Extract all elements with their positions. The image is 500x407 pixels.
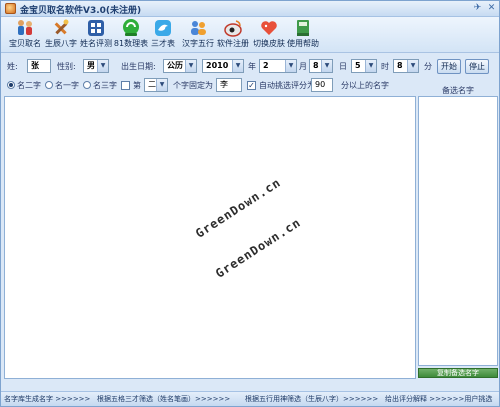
radio-three-label: 名三字 xyxy=(93,81,117,90)
book-icon xyxy=(297,20,309,36)
chevron-down-icon[interactable]: ▼ xyxy=(285,60,296,72)
toolbar-help-button[interactable]: 使用帮助 xyxy=(285,17,321,53)
day-value: 8 xyxy=(313,61,319,70)
fixed-position-select[interactable]: 二 ▼ xyxy=(144,78,168,92)
toolbar-label: 三才表 xyxy=(151,39,175,48)
pin-icon[interactable]: ✈ xyxy=(471,2,484,14)
fixed-text-label: 个字固定为 xyxy=(173,81,213,90)
fixed-position-value: 二 xyxy=(148,80,156,89)
minute-value: 8 xyxy=(397,61,403,70)
input-row: 姓: 张 性别: 男 ▼ 出生日期: 公历 ▼ 2010 ▼ 年 2 ▼ 月 8… xyxy=(1,56,499,78)
toolbar-label: 宝贝取名 xyxy=(9,39,41,48)
toolbar-label: 使用帮助 xyxy=(287,39,319,48)
status-step-4: 给出评分解释 >>>>>>用户挑选 xyxy=(385,395,493,403)
toolbar-baby-naming-button[interactable]: 宝贝取名 xyxy=(7,17,43,53)
gender-select[interactable]: 男 ▼ xyxy=(83,59,109,73)
toolbar-birth-bazi-button[interactable]: 生辰八字 xyxy=(43,17,79,53)
chevron-down-icon[interactable]: ▼ xyxy=(365,60,376,72)
score-input[interactable]: 90 xyxy=(311,78,333,92)
heart-icon xyxy=(261,21,277,35)
fixed-char-checkbox[interactable] xyxy=(121,81,130,90)
status-step-3: 根据五行用神筛选（生辰八字）>>>>>> xyxy=(245,395,379,403)
toolbar-label: 汉字五行 xyxy=(182,39,214,48)
chevron-down-icon[interactable]: ▼ xyxy=(156,79,167,91)
radio-three-char[interactable] xyxy=(83,81,91,89)
family-icon xyxy=(18,20,32,35)
baby-app-icon xyxy=(5,3,16,14)
toolbar-three-talents-button[interactable]: 三才表 xyxy=(147,17,179,53)
year-value: 2010 xyxy=(206,61,229,70)
calendar-value: 公历 xyxy=(167,61,183,70)
hour-select[interactable]: 5 ▼ xyxy=(351,59,377,73)
toolbar-register-button[interactable]: 软件注册 xyxy=(215,17,251,53)
gender-label: 性别: xyxy=(57,62,76,71)
status-step-1: 名字库生成名字 >>>>>> xyxy=(4,395,91,403)
chevron-down-icon[interactable]: ▼ xyxy=(232,60,243,72)
results-pane[interactable]: GreenDown.cn GreenDown.cn xyxy=(4,96,416,379)
surname-input[interactable]: 张 xyxy=(27,59,51,73)
stop-button[interactable]: 停止 xyxy=(465,59,489,74)
calendar-select[interactable]: 公历 ▼ xyxy=(163,59,197,73)
toolbar-five-elements-button[interactable]: 汉字五行 xyxy=(179,17,217,53)
bird-icon xyxy=(155,20,171,36)
toolbar-81-table-button[interactable]: 81数理表 xyxy=(113,17,149,53)
status-step-2: 根据五格三才筛选（姓名笔画）>>>>>> xyxy=(97,395,231,403)
app-window: 金宝贝取名软件V3.0(未注册) ✈ ✕ 宝贝取名 生辰八字 姓名评测 81数理… xyxy=(0,0,500,407)
toolbar-label: 姓名评测 xyxy=(80,39,112,48)
day-select[interactable]: 8 ▼ xyxy=(309,59,333,73)
chevron-down-icon[interactable]: ▼ xyxy=(321,60,332,72)
copy-candidates-button[interactable]: 复制备选名字 xyxy=(418,368,498,378)
radio-one-label: 名一字 xyxy=(55,81,79,90)
surname-label: 姓: xyxy=(7,62,18,71)
radio-two-char[interactable] xyxy=(7,81,15,89)
radio-one-char[interactable] xyxy=(45,81,53,89)
auto-select-checkbox[interactable]: ✓ xyxy=(247,81,256,90)
chevron-down-icon[interactable]: ▼ xyxy=(97,60,108,72)
gender-value: 男 xyxy=(87,61,95,70)
candidate-names-list[interactable] xyxy=(418,96,498,366)
month-select[interactable]: 2 ▼ xyxy=(259,59,297,73)
chevron-down-icon[interactable]: ▼ xyxy=(185,60,196,72)
radio-two-label: 名二字 xyxy=(17,81,41,90)
auto-select-label: 自动挑选评分为 xyxy=(259,81,315,90)
hour-value: 5 xyxy=(355,61,361,70)
start-button[interactable]: 开始 xyxy=(437,59,461,74)
hour-unit: 时 xyxy=(381,62,389,71)
toolbar-label: 生辰八字 xyxy=(45,39,77,48)
chat-icon xyxy=(123,19,139,36)
minute-select[interactable]: 8 ▼ xyxy=(393,59,419,73)
candidate-names-title: 备选名字 xyxy=(442,86,474,95)
year-unit: 年 xyxy=(248,62,256,71)
toolbar-name-evaluation-button[interactable]: 姓名评测 xyxy=(79,17,113,53)
tools-icon xyxy=(54,19,69,35)
toolbar-label: 切换皮肤 xyxy=(253,39,285,48)
toolbar-skin-button[interactable]: 切换皮肤 xyxy=(251,17,287,53)
watermark-text: GreenDown.cn xyxy=(213,215,304,281)
close-icon[interactable]: ✕ xyxy=(485,2,498,14)
day-unit: 日 xyxy=(339,62,347,71)
minute-unit: 分 xyxy=(424,62,432,71)
chevron-down-icon[interactable]: ▼ xyxy=(407,60,418,72)
main-toolbar: 宝贝取名 生辰八字 姓名评测 81数理表 三才表 汉字五行 软件注册 切换皮肤 … xyxy=(1,17,499,53)
month-value: 2 xyxy=(263,61,269,70)
month-unit: 月 xyxy=(299,62,307,71)
users-icon xyxy=(191,21,206,35)
fixed-char-input[interactable]: 李 xyxy=(216,78,242,92)
fixed-prefix-label: 第 xyxy=(133,81,141,90)
window-title: 金宝贝取名软件V3.0(未注册) xyxy=(20,6,142,16)
weibo-icon xyxy=(224,20,242,37)
grid-icon xyxy=(88,20,104,36)
birth-date-label: 出生日期: xyxy=(121,62,156,71)
toolbar-label: 软件注册 xyxy=(217,39,249,48)
score-suffix-label: 分以上的名字 xyxy=(341,81,389,90)
status-bar: 名字库生成名字 >>>>>> 根据五格三才筛选（姓名笔画）>>>>>> 根据五行… xyxy=(1,391,499,406)
toolbar-label: 81数理表 xyxy=(113,39,149,48)
year-select[interactable]: 2010 ▼ xyxy=(202,59,244,73)
title-bar: 金宝贝取名软件V3.0(未注册) ✈ ✕ xyxy=(1,1,499,17)
